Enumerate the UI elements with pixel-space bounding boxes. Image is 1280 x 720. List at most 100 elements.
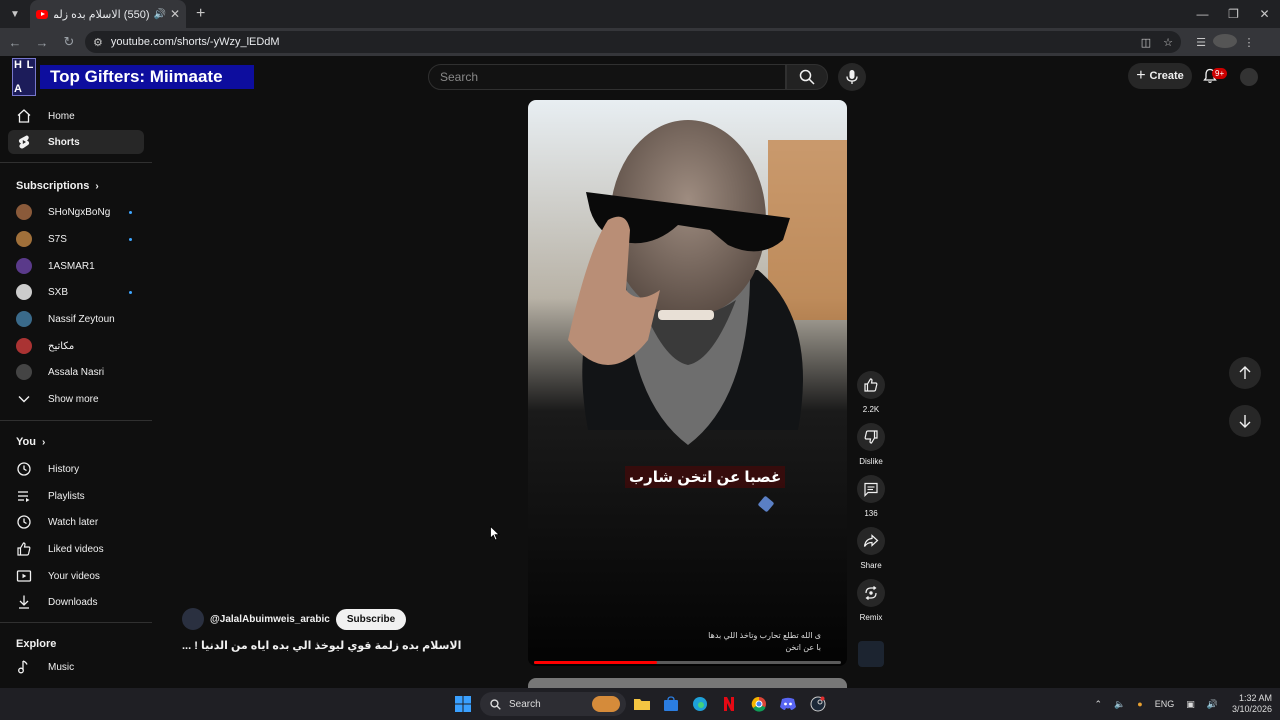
taskbar-search-label: Search — [509, 698, 541, 710]
search-input[interactable] — [440, 70, 785, 84]
steam-icon[interactable] — [808, 694, 828, 714]
subscription-item[interactable]: 1ASMAR1 — [8, 254, 144, 278]
close-tab-icon[interactable]: ✕ — [170, 7, 180, 21]
youtube-favicon-icon — [36, 9, 48, 19]
previous-short-button[interactable] — [1229, 357, 1261, 389]
restore-button[interactable]: ❐ — [1218, 0, 1249, 28]
discord-icon[interactable] — [778, 694, 798, 714]
edge-browser-icon[interactable] — [690, 694, 710, 714]
liked-videos-icon — [16, 541, 32, 557]
channel-avatar — [16, 364, 32, 380]
dislike-button[interactable]: Dislike — [857, 423, 885, 466]
video-subtitle: ى الله تطلع تحارب وتاخذ اللي بدها با عن … — [708, 630, 821, 654]
chrome-browser-icon[interactable] — [749, 694, 769, 714]
comments-button[interactable]: 136 — [857, 475, 885, 518]
file-explorer-icon[interactable] — [632, 694, 652, 714]
channel-avatar — [16, 231, 32, 247]
playlists-icon — [16, 488, 32, 504]
browser-tab[interactable]: (550) الاسلام بده زلمة قوي ل... 🔊 ✕ — [30, 0, 186, 28]
browser-tab-bar: ▼ (550) الاسلام بده زلمة قوي ل... 🔊 ✕ + … — [0, 0, 1280, 28]
subscription-item[interactable]: Nassif Zeytoun — [8, 307, 144, 331]
sidebar-item-watch-later[interactable]: Watch later — [8, 510, 144, 534]
subscription-item[interactable]: S7S — [8, 227, 144, 251]
sidebar-item-your-videos[interactable]: Your videos — [8, 564, 144, 588]
video-frame — [528, 100, 847, 666]
video-caption: غصبا عن اتخن شارب — [625, 466, 786, 488]
you-heading[interactable]: You › — [16, 436, 45, 448]
top-gifters-banner: H A L Top Gifters: Miimaate — [12, 58, 254, 96]
new-content-dot — [129, 210, 132, 214]
language-indicator[interactable]: ENG — [1155, 699, 1175, 709]
volume-icon[interactable]: 🔈 — [1114, 699, 1125, 710]
channel-avatar[interactable] — [182, 608, 204, 630]
back-button[interactable]: ← — [3, 30, 27, 54]
shorts-video-player[interactable]: غصبا عن اتخن شارب ى الله تطلع تحارب وتاخ… — [528, 100, 847, 666]
new-tab-button[interactable]: + — [196, 5, 205, 23]
subscribe-button[interactable]: Subscribe — [335, 608, 407, 630]
forward-button[interactable]: → — [30, 30, 54, 54]
video-progress-fill — [534, 661, 657, 664]
subscription-item[interactable]: SHoNgxBoNg — [8, 200, 144, 224]
sidebar-item-liked-videos[interactable]: Liked videos — [8, 537, 144, 561]
share-button[interactable]: Share — [857, 527, 885, 570]
subscription-item[interactable]: مكاتيح — [8, 334, 144, 358]
subtitle-line: با عن اتخن — [785, 643, 821, 652]
bookmark-star-icon[interactable]: ☆ — [1163, 36, 1173, 49]
reload-button[interactable]: ↻ — [57, 30, 81, 54]
microsoft-store-icon[interactable] — [661, 694, 681, 714]
sidebar-item-shorts[interactable]: Shorts — [8, 130, 144, 154]
microphone-icon[interactable]: ● — [1137, 699, 1142, 709]
chrome-menu-icon[interactable]: ⋮ — [1237, 36, 1261, 49]
minimize-button[interactable]: — — [1187, 0, 1218, 28]
clock[interactable]: 1:32 AM 3/10/2026 — [1232, 693, 1272, 715]
sidebar-item-playlists[interactable]: Playlists — [8, 484, 144, 508]
display-icon[interactable]: ▣ — [1186, 699, 1195, 710]
short-title[interactable]: الاسلام بده زلمة قوي ليوخذ الي بده اياه … — [182, 639, 462, 652]
voice-search-button[interactable] — [838, 63, 866, 91]
account-avatar[interactable] — [1240, 68, 1258, 86]
channel-avatar — [16, 311, 32, 327]
next-short-button[interactable] — [1229, 405, 1261, 437]
subscription-item[interactable]: Assala Nasri — [8, 360, 144, 384]
subscriptions-heading[interactable]: Subscriptions › — [16, 180, 99, 192]
sidebar-item-home[interactable]: Home — [8, 104, 144, 128]
site-info-icon[interactable]: ⚙ — [93, 36, 103, 49]
channel-name[interactable]: @JalalAbuimweis_arabic — [210, 614, 330, 625]
start-button[interactable] — [453, 694, 473, 714]
channel-avatar — [16, 258, 32, 274]
remix-button[interactable]: Remix — [857, 579, 885, 622]
sidebar-item-downloads[interactable]: Downloads — [8, 590, 144, 614]
close-window-button[interactable]: ✕ — [1249, 0, 1280, 28]
speaker-icon[interactable]: 🔊 — [153, 9, 165, 20]
sidebar-item-music[interactable]: Music — [8, 655, 144, 679]
search-highlight-icon — [592, 696, 620, 712]
like-button[interactable]: 2.2K — [857, 371, 885, 414]
tab-title: (550) الاسلام بده زلمة قوي ل... — [54, 8, 150, 21]
chevron-down-icon — [16, 391, 32, 407]
search-button[interactable] — [786, 64, 828, 90]
speaker-icon[interactable]: 🔊 — [1207, 699, 1218, 710]
subscription-item[interactable]: SXB — [8, 280, 144, 304]
sidebar: Home Shorts Subscriptions › SHoNgxBoNg S7… — [0, 100, 154, 688]
channel-row: @JalalAbuimweis_arabic Subscribe — [182, 608, 407, 630]
arrow-up-icon — [1239, 366, 1251, 379]
new-content-dot — [129, 237, 132, 241]
dislike-label: Dislike — [859, 457, 883, 466]
banner-text: Top Gifters: Miimaate — [40, 65, 254, 89]
sound-thumbnail[interactable] — [858, 641, 884, 667]
address-bar[interactable]: ⚙ youtube.com/shorts/-yWzy_lEDdM ◫ ☆ — [85, 31, 1181, 53]
search-box[interactable] — [428, 64, 786, 90]
tab-search-button[interactable]: ▼ — [4, 3, 26, 25]
profile-avatar[interactable] — [1213, 33, 1237, 51]
media-control-icon[interactable]: ☰ — [1189, 36, 1213, 49]
netflix-icon[interactable] — [719, 694, 739, 714]
channel-avatar — [16, 204, 32, 220]
taskbar-search[interactable]: Search — [480, 692, 626, 716]
create-button[interactable]: + Create — [1128, 63, 1192, 89]
show-more-button[interactable]: Show more — [8, 387, 144, 411]
sidebar-item-label: Home — [48, 110, 75, 122]
video-progress-bar[interactable] — [534, 661, 841, 664]
install-app-icon[interactable]: ◫ — [1141, 36, 1151, 49]
sidebar-item-history[interactable]: History — [8, 457, 144, 481]
chevron-up-icon[interactable]: ⌃ — [1095, 699, 1103, 710]
